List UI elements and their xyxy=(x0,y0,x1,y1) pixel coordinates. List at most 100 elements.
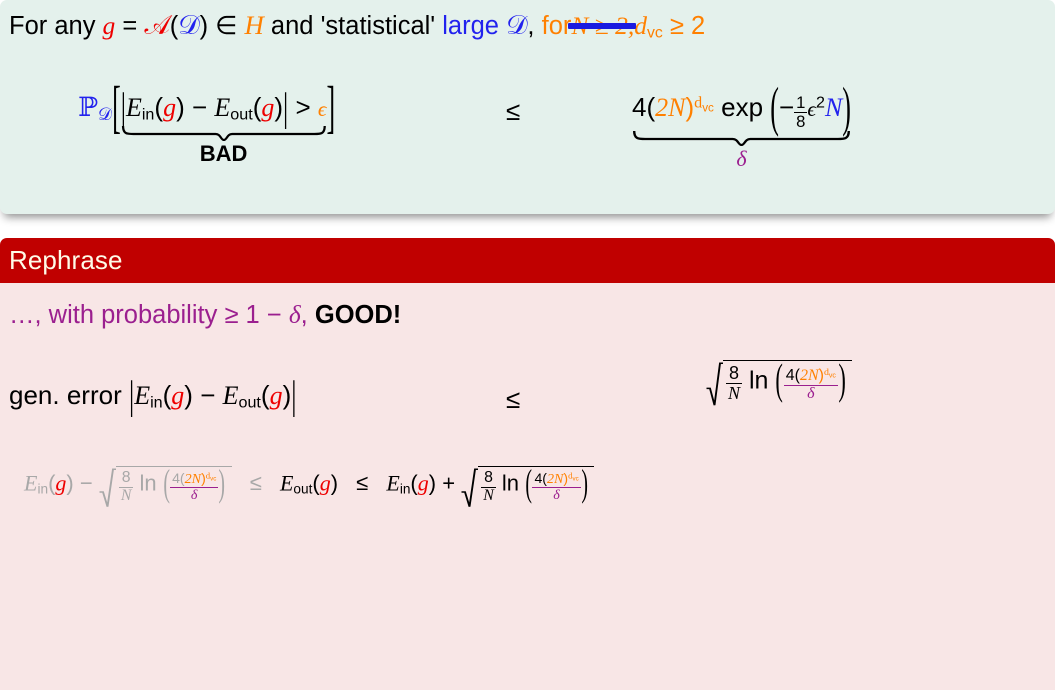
radical-sign-left xyxy=(99,468,116,508)
int-ein-left-arg: g xyxy=(55,470,67,496)
frac-numerator: 1 xyxy=(796,93,806,113)
gen-eout: E xyxy=(222,381,239,410)
prob-comma: , xyxy=(300,301,308,329)
sqrt-frac-num: 8 xyxy=(729,363,740,383)
epsilon-symbol: ϵ xyxy=(317,97,327,121)
ln-sup-vc-right: vc xyxy=(572,475,579,483)
right-bracket: ] xyxy=(326,74,336,140)
ein-symbol: E xyxy=(125,93,142,122)
inequality-relation: ≤ xyxy=(506,96,521,126)
sqrt-frac-den-left: N xyxy=(118,486,134,504)
ln-open-left: ( xyxy=(163,460,170,505)
greater-than-sign: > xyxy=(295,92,311,122)
rhs-exponent-dvc: d xyxy=(694,94,703,112)
ein-arg-g: g xyxy=(163,93,177,122)
bad-event-group: |Ein(g) − Eout(g)| > ϵ BAD xyxy=(120,84,327,166)
sqrt-penalty-left: 8N ln (4(2N)dvc δ) xyxy=(99,461,232,508)
ln-frac-num-left: 4(2N)dvc xyxy=(170,471,218,487)
ln-open-right: ( xyxy=(525,460,533,505)
hypothesis-set-symbol: H xyxy=(244,10,264,40)
left-bracket: [ xyxy=(112,74,121,140)
gen-eout-sub: out xyxy=(238,393,261,412)
gen-ein-sub: in xyxy=(150,393,163,412)
gen-ein-arg: g xyxy=(171,381,185,410)
probability-subscript: 𝒟 xyxy=(97,105,113,126)
prob-one: 1 xyxy=(245,301,260,329)
int-eout-arg: g xyxy=(319,470,331,496)
ln-2N-right: 2N xyxy=(546,470,564,487)
ln-four: 4( xyxy=(785,367,800,385)
algorithm-symbol: 𝒜 xyxy=(144,10,170,41)
prob-sentence-prefix: …, with probability xyxy=(9,301,218,329)
int-rel-1: ≤ xyxy=(249,470,262,496)
rhs-exponent-sub: vc xyxy=(702,101,714,115)
eight-over-N: 8N xyxy=(726,363,743,403)
ln-function-left: ln xyxy=(139,470,157,496)
ln-sup-vc: vc xyxy=(828,372,836,380)
int-rel-2: ≤ xyxy=(356,470,369,496)
delta-bound-group: 4(2N)dvc exp (− 1 8 ϵ2N) δ xyxy=(632,77,851,172)
rhs-four: 4( xyxy=(632,92,656,122)
epsilon-squared: ϵ xyxy=(807,97,816,121)
int-eout: E xyxy=(279,470,294,496)
ln-frac-num-right: 4(2N)dvc xyxy=(532,471,580,487)
bad-label: BAD xyxy=(199,140,248,166)
abs-bar-close: | xyxy=(283,84,289,130)
ln-fraction: 4(2N)dvc δ xyxy=(783,367,838,403)
ln-four-right: 4( xyxy=(534,469,547,486)
ln-frac-den: δ xyxy=(783,384,838,403)
ln-close-big-left: ) xyxy=(218,460,226,505)
ln-open-paren: ( xyxy=(775,356,784,405)
probability-symbol: ℙ xyxy=(78,92,98,123)
int-ein-left-sub: in xyxy=(37,481,49,497)
int-plus: + xyxy=(442,470,456,496)
int-ein-left: E xyxy=(24,470,38,496)
prob-minus: − xyxy=(266,301,282,329)
probability-lhs: ℙ𝒟[|Ein(g) − Eout(g)| > ϵ BAD] xyxy=(78,74,335,166)
underbrace-delta xyxy=(632,130,851,147)
one-eighth-fraction: 18 xyxy=(794,93,808,131)
dataset-symbol-2: 𝒟 xyxy=(506,10,528,41)
rephrase-header-title: Rephrase xyxy=(9,245,123,275)
prob-ge-sign: ≥ xyxy=(224,301,239,329)
prob-delta: δ xyxy=(288,300,301,329)
slide-root: For any g = 𝒜 (𝒟) ∈ H and 'statistical' l… xyxy=(0,0,1055,690)
ln-sup-vc-left: vc xyxy=(210,475,217,483)
strikethrough-bar xyxy=(568,23,637,30)
epsilon-power: 2 xyxy=(815,93,825,112)
dataset-symbol: 𝒟 xyxy=(178,10,200,41)
sqrt-penalty: 8N ln (4(2N)dvc δ) xyxy=(706,356,853,406)
minus-sign-1: − xyxy=(191,92,208,122)
equals-sign: = xyxy=(122,12,138,40)
sqrt-body-right: 8N ln (4(2N)dvc δ) xyxy=(478,461,594,506)
gen-abs-open: | xyxy=(128,372,135,418)
exp-open-paren: ( xyxy=(770,76,779,138)
ln-frac-den-left: δ xyxy=(170,486,219,503)
statistical-word: 'statistical' xyxy=(320,12,436,40)
exp-minus: − xyxy=(778,92,795,122)
int-eout-sub: out xyxy=(293,481,313,497)
struck-condition: N ≥ 2, xyxy=(568,11,637,42)
hypothesis-g: g xyxy=(102,11,116,40)
radical-sign-right xyxy=(461,468,479,508)
dvc-subscript: vc xyxy=(647,24,663,42)
sqrt-penalty-right: 8N ln (4(2N)dvc δ) xyxy=(461,461,594,508)
frac-denominator: 8 xyxy=(794,111,808,131)
eight-over-N-left: 8N xyxy=(118,469,134,504)
ln-four-left: 4( xyxy=(172,469,185,486)
eight-over-N-right: 8N xyxy=(481,469,496,504)
gen-abs-close: | xyxy=(291,372,297,418)
sqrt-body-left: 8N ln (4(2N)dvc δ) xyxy=(115,461,232,506)
ln-close-big-right: ) xyxy=(581,460,588,505)
dvc-var: d xyxy=(634,11,648,40)
eout-subscript: out xyxy=(230,105,253,124)
gen-error-lhs: gen. error |Ein(g) − Eout(g)| xyxy=(9,372,297,418)
ln-fraction-right: 4(2N)dvc δ xyxy=(532,471,581,503)
ln-frac-num: 4(2N)dvc xyxy=(784,367,838,385)
sqrt-frac-num-left: 8 xyxy=(121,469,131,486)
interval-line: Ein (g) − 8N ln (4(2N)dvc δ) ≤ Eout (g) ≤ E… xyxy=(24,461,594,508)
dvc-relation: ≥ 2 xyxy=(669,12,706,40)
sqrt-frac-den-right: N xyxy=(481,486,496,504)
rhs-close-paren: ) xyxy=(685,92,695,122)
probability-sentence: …, with probability ≥ 1 − δ, GOOD! xyxy=(9,300,401,330)
